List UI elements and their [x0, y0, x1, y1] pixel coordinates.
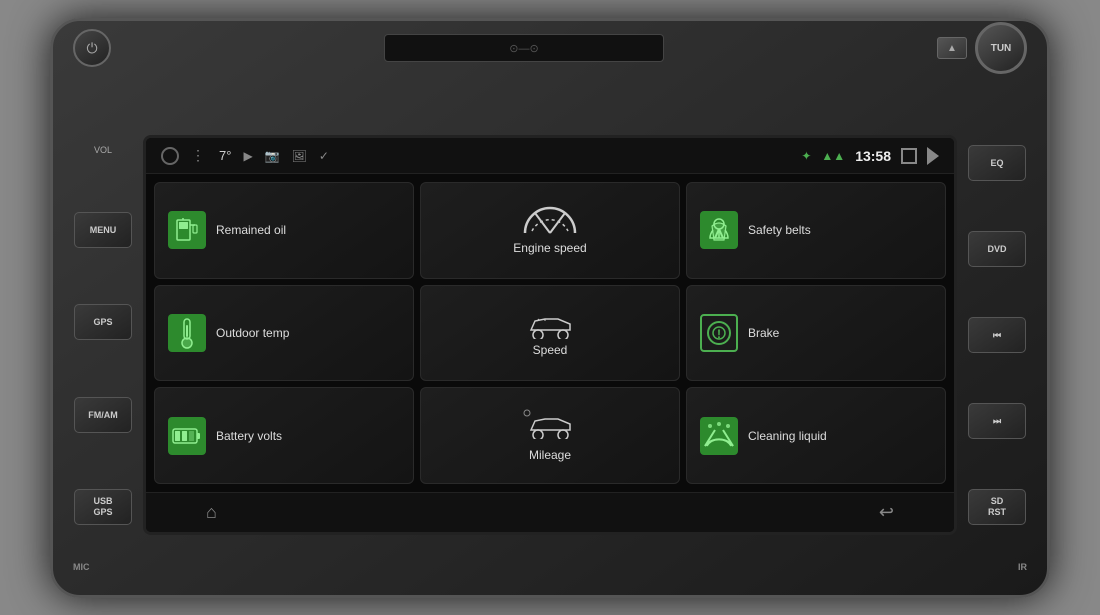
- engine-speed-label: Engine speed: [513, 241, 586, 255]
- remained-oil-label: Remained oil: [216, 223, 286, 237]
- battery-volts-cell[interactable]: Battery volts: [154, 387, 414, 484]
- back-triangle-icon[interactable]: [927, 147, 939, 165]
- menu-dots-icon[interactable]: ⋮: [191, 147, 207, 164]
- mileage-label: Mileage: [529, 448, 571, 462]
- app-grid: Remained oil Engine speed: [146, 174, 954, 492]
- engine-speed-cell[interactable]: Engine speed: [420, 182, 680, 279]
- check-icon[interactable]: ✓: [319, 149, 329, 163]
- mic-label: MIC: [73, 562, 90, 572]
- remained-oil-cell[interactable]: Remained oil: [154, 182, 414, 279]
- status-left: ⋮ 7° ▶ 📷 🖼 ✓: [161, 147, 329, 165]
- battery-volts-label: Battery volts: [216, 429, 282, 443]
- sd-rst-button[interactable]: SDRST: [968, 489, 1026, 525]
- safety-belts-cell[interactable]: Safety belts: [686, 182, 946, 279]
- fmam-button[interactable]: FM/AM: [74, 397, 132, 433]
- speed-cell[interactable]: Speed: [420, 285, 680, 382]
- left-panel: VOL MENU GPS FM/AM USBGPS: [63, 135, 143, 535]
- speed-label: Speed: [533, 343, 568, 357]
- screen: ⋮ 7° ▶ 📷 🖼 ✓ ✦ ▲▲ 13:58: [143, 135, 957, 535]
- square-icon[interactable]: [901, 148, 917, 164]
- back-button[interactable]: ↩: [879, 502, 894, 523]
- next-button[interactable]: ⏭: [968, 403, 1026, 439]
- bottom-nav-bar: ⌂ ↩: [146, 492, 954, 532]
- brake-icon: !: [700, 314, 738, 352]
- safety-belts-label: Safety belts: [748, 223, 811, 237]
- bottom-strip: MIC IR: [53, 540, 1047, 595]
- eq-button[interactable]: EQ: [968, 145, 1026, 181]
- thermometer-icon: [168, 314, 206, 352]
- outdoor-temp-cell[interactable]: Outdoor temp: [154, 285, 414, 382]
- gps-button[interactable]: GPS: [74, 304, 132, 340]
- brake-cell[interactable]: ! Brake: [686, 285, 946, 382]
- usb-gps-button[interactable]: USBGPS: [74, 489, 132, 525]
- fuel-icon: [168, 211, 206, 249]
- vol-label: VOL: [94, 145, 112, 155]
- wifi-icon: ▲▲: [821, 149, 845, 163]
- camera-icon[interactable]: 📷: [265, 149, 280, 163]
- ir-label: IR: [1018, 562, 1027, 572]
- status-bar: ⋮ 7° ▶ 📷 🖼 ✓ ✦ ▲▲ 13:58: [146, 138, 954, 174]
- menu-button[interactable]: MENU: [74, 212, 132, 248]
- home-circle-icon[interactable]: [161, 147, 179, 165]
- battery-icon: [168, 417, 206, 455]
- cleaning-liquid-cell[interactable]: Cleaning liquid: [686, 387, 946, 484]
- safety-belt-icon: [700, 211, 738, 249]
- svg-text:!: !: [717, 327, 721, 341]
- main-area: VOL MENU GPS FM/AM USBGPS ⋮ 7° ▶ 📷 🖼 ✓: [53, 76, 1047, 595]
- mileage-cell[interactable]: Mileage: [420, 387, 680, 484]
- image-icon[interactable]: 🖼: [292, 149, 307, 163]
- outdoor-temp-label: Outdoor temp: [216, 326, 289, 340]
- power-button[interactable]: ⏻: [73, 29, 111, 67]
- youtube-icon[interactable]: ▶: [243, 149, 252, 163]
- dvd-button[interactable]: DVD: [968, 231, 1026, 267]
- top-strip: ⏻ ⊙—⊙ ▲ TUN: [53, 21, 1047, 76]
- home-button[interactable]: ⌂: [206, 502, 217, 523]
- prev-button[interactable]: ⏮: [968, 317, 1026, 353]
- status-right: ✦ ▲▲ 13:58: [801, 147, 939, 165]
- cd-slot: ⊙—⊙: [384, 34, 664, 62]
- bluetooth-icon: ✦: [801, 149, 811, 163]
- tun-knob[interactable]: TUN: [975, 22, 1027, 74]
- right-panel: EQ DVD ⏮ ⏭ SDRST: [957, 135, 1037, 535]
- eject-button[interactable]: ▲: [937, 37, 967, 59]
- car-head-unit: ⏻ ⊙—⊙ ▲ TUN VOL MENU GPS FM/AM USBGPS: [50, 18, 1050, 598]
- wiper-icon: [700, 417, 738, 455]
- clock-display: 13:58: [855, 148, 891, 164]
- cleaning-liquid-label: Cleaning liquid: [748, 429, 827, 443]
- temperature-display: 7°: [219, 148, 231, 163]
- brake-label: Brake: [748, 326, 779, 340]
